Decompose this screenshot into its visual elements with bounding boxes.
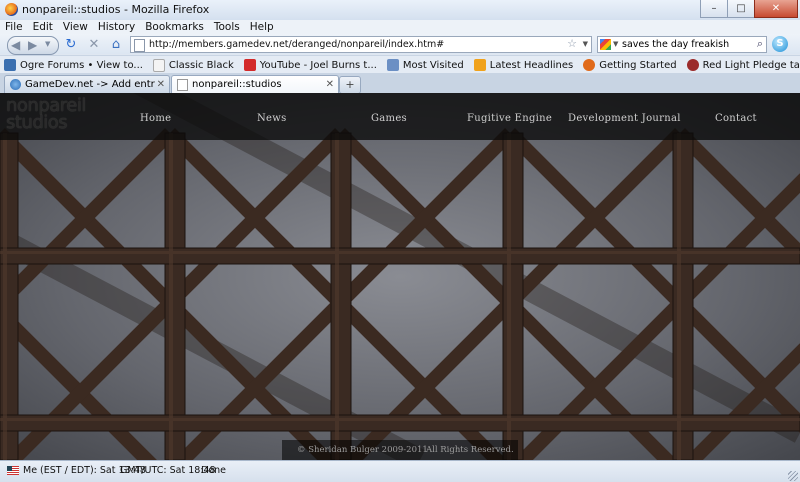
bookmark-label: Red Light Pledge tab b... — [702, 59, 800, 71]
forum-icon — [4, 59, 16, 71]
firefox-icon — [5, 3, 18, 16]
search-input[interactable] — [622, 37, 747, 52]
youtube-icon — [243, 59, 256, 71]
nav-news[interactable]: News — [257, 113, 287, 124]
nav-fugitive-engine[interactable]: Fugitive Engine — [467, 113, 552, 124]
search-box[interactable]: ▼ ⌕ — [597, 36, 767, 53]
forward-arrow-icon[interactable]: ▶ — [28, 38, 37, 52]
minimize-button[interactable]: – — [700, 0, 728, 18]
most-visited-icon — [386, 59, 399, 71]
reload-icon[interactable]: ↻ — [63, 36, 79, 52]
guitar-icon — [686, 59, 699, 71]
menu-bookmarks[interactable]: Bookmarks — [140, 20, 209, 34]
bookmark-label: Classic Black — [168, 59, 234, 71]
footer-copyright: © Sheridan Bulger 2009-2011 — [297, 445, 428, 455]
tab-nonpareil[interactable]: nonpareil::studios ✕ — [171, 75, 339, 95]
logo-text-line2: studios — [6, 112, 68, 133]
site-logo[interactable]: nonpareil studios — [6, 97, 124, 135]
nav-contact[interactable]: Contact — [715, 113, 757, 124]
google-icon[interactable] — [600, 39, 611, 50]
bookmark-item[interactable]: Getting Started — [579, 57, 682, 73]
url-input[interactable] — [149, 37, 559, 52]
menu-file[interactable]: File — [0, 20, 28, 34]
page-icon — [177, 79, 188, 91]
firefox-icon — [583, 59, 596, 71]
us-flag-icon[interactable] — [7, 466, 19, 475]
address-bar[interactable]: ☆ ▼ — [130, 36, 592, 53]
timber-lattice-background — [0, 93, 800, 460]
title-bar: nonpareil::studios - Mozilla Firefox – □… — [0, 0, 800, 21]
page-content: nonpareil studios Home News Games Fugiti… — [0, 93, 800, 460]
nav-development-journal[interactable]: Development Journal — [568, 113, 681, 124]
bookmark-item[interactable]: Latest Headlines — [470, 57, 580, 73]
nav-games[interactable]: Games — [371, 113, 407, 124]
skype-icon[interactable]: S — [772, 36, 788, 52]
rss-icon — [473, 59, 486, 71]
page-icon — [134, 39, 145, 52]
tab-strip: GameDev.net -> Add entry The Fug... ✕ no… — [0, 73, 800, 95]
globe-icon — [10, 79, 21, 90]
bookmark-label: Ogre Forums • View to... — [20, 59, 143, 71]
bookmark-item[interactable]: YouTube - Joel Burns t... — [240, 57, 383, 73]
navigation-toolbar: ◀ ▶ ▼ ↻ ✕ ⌂ ☆ ▼ ▼ ⌕ S — [0, 34, 800, 55]
window-controls: – □ ✕ — [700, 0, 798, 18]
bookmark-label: Most Visited — [402, 59, 464, 71]
bookmark-item[interactable]: Classic Black — [149, 57, 240, 73]
nav-home[interactable]: Home — [140, 113, 171, 124]
close-window-button[interactable]: ✕ — [754, 0, 798, 18]
new-tab-button[interactable]: + — [339, 76, 361, 94]
menu-bar: File Edit View History Bookmarks Tools H… — [0, 20, 800, 34]
bookmark-label: YouTube - Joel Burns t... — [259, 59, 377, 71]
bookmark-item[interactable]: Red Light Pledge tab b... — [683, 57, 800, 73]
menu-history[interactable]: History — [93, 20, 140, 34]
menu-view[interactable]: View — [58, 20, 93, 34]
bookmark-item[interactable]: Most Visited — [383, 57, 470, 73]
home-icon[interactable]: ⌂ — [108, 36, 124, 52]
stop-icon[interactable]: ✕ — [86, 36, 102, 52]
menu-edit[interactable]: Edit — [28, 20, 58, 34]
page-icon — [152, 58, 165, 72]
footer-rights: All Rights Reserved. — [426, 445, 514, 455]
status-bar: Me (EST / EDT): Sat 13:48 GMT/UTC: Sat 1… — [0, 460, 800, 482]
bookmark-item[interactable]: Ogre Forums • View to... — [0, 57, 149, 73]
tab-close-icon[interactable]: ✕ — [157, 76, 165, 94]
resize-grip[interactable] — [788, 471, 798, 481]
window-title: nonpareil::studios - Mozilla Firefox — [22, 3, 210, 16]
search-engine-dropdown-icon[interactable]: ▼ — [613, 40, 618, 48]
menu-tools[interactable]: Tools — [209, 20, 245, 34]
tab-gamedev[interactable]: GameDev.net -> Add entry The Fug... ✕ — [4, 75, 170, 94]
bookmark-star-icon[interactable]: ☆ — [567, 37, 577, 50]
maximize-button[interactable]: □ — [727, 0, 755, 18]
history-dropdown-icon[interactable]: ▼ — [45, 40, 50, 48]
tab-label: nonpareil::studios — [192, 79, 282, 90]
browser-window: nonpareil::studios - Mozilla Firefox – □… — [0, 0, 800, 482]
url-dropdown-icon[interactable]: ▼ — [583, 40, 588, 48]
status-text: Done — [201, 465, 226, 476]
bookmarks-toolbar: Ogre Forums • View to... Classic Black Y… — [0, 55, 800, 74]
menu-help[interactable]: Help — [245, 20, 279, 34]
bookmark-label: Getting Started — [599, 59, 677, 71]
back-arrow-icon[interactable]: ◀ — [11, 38, 20, 52]
back-forward-group: ◀ ▶ ▼ — [7, 36, 59, 55]
bookmark-label: Latest Headlines — [489, 59, 574, 71]
search-icon[interactable]: ⌕ — [757, 37, 763, 51]
site-footer: © Sheridan Bulger 2009-2011 All Rights R… — [282, 440, 518, 460]
tab-label: GameDev.net -> Add entry The Fug... — [25, 79, 155, 90]
tab-close-icon[interactable]: ✕ — [326, 76, 334, 94]
site-navigation: nonpareil studios Home News Games Fugiti… — [0, 93, 800, 140]
